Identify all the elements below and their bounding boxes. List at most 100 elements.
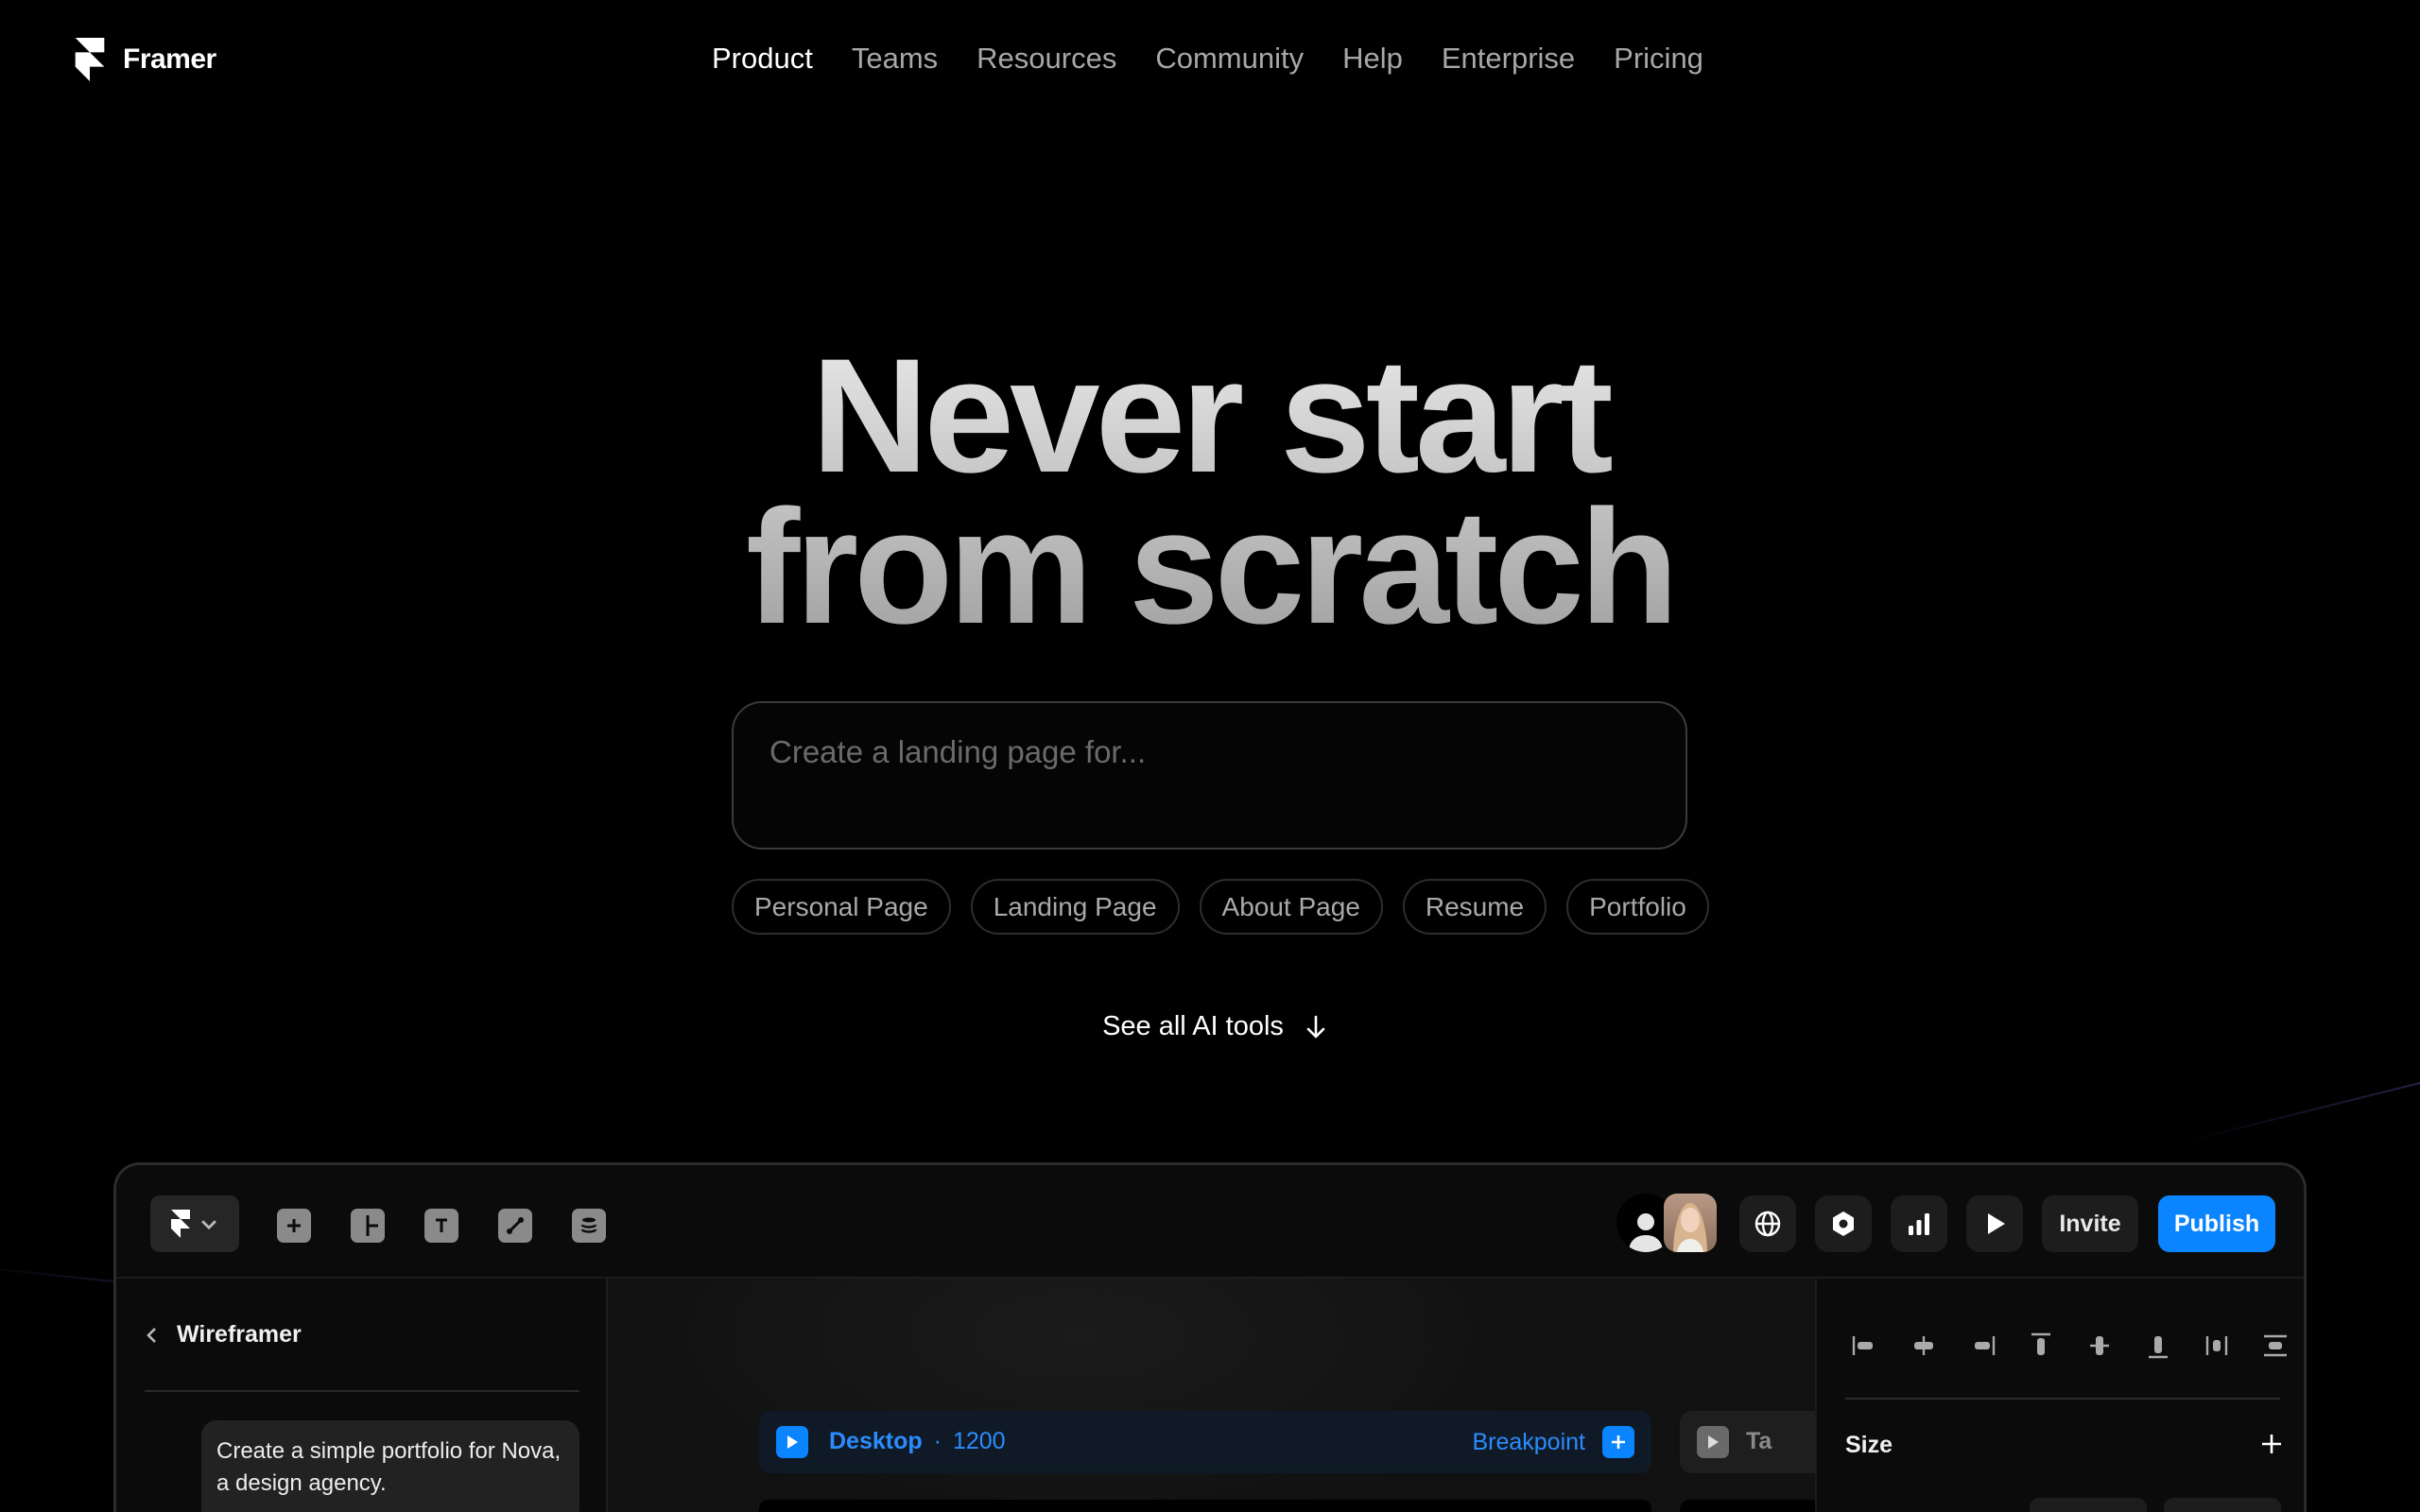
properties-panel: Size <box>1815 1279 2304 1512</box>
align-top-icon <box>2031 1332 2050 1355</box>
preview-breakpoint-button[interactable] <box>776 1426 808 1458</box>
breakpoint-name-tablet: Ta <box>1746 1428 1772 1454</box>
cms-icon <box>580 1217 597 1233</box>
divider <box>145 1390 579 1392</box>
align-left-button[interactable] <box>1845 1326 1885 1366</box>
distribute-vertical-icon <box>2264 1334 2287 1357</box>
insert-button[interactable] <box>277 1209 311 1243</box>
desktop-frame[interactable] <box>759 1500 1651 1512</box>
align-bottom-icon <box>2149 1336 2168 1359</box>
nav-link-community[interactable]: Community <box>1155 42 1304 76</box>
site-settings-button[interactable] <box>1739 1195 1796 1252</box>
alignment-controls <box>1845 1326 2295 1366</box>
user-icon <box>1629 1213 1663 1252</box>
align-bottom-button[interactable] <box>2138 1326 2178 1366</box>
layout-button[interactable] <box>351 1209 385 1243</box>
align-top-button[interactable] <box>2021 1326 2061 1366</box>
nav-link-product[interactable]: Product <box>712 42 813 76</box>
breakpoint-width: 1200 <box>952 1428 1006 1454</box>
align-center-horizontal-icon <box>1914 1336 1933 1355</box>
editor-toolbar: Invite Publish <box>116 1165 2304 1279</box>
preview-tablet-button[interactable] <box>1697 1426 1729 1458</box>
chip-resume[interactable]: Resume <box>1402 879 1547 935</box>
nav-link-help[interactable]: Help <box>1342 42 1403 76</box>
chip-personal-page[interactable]: Personal Page <box>732 879 951 935</box>
align-center-vertical-icon <box>2090 1336 2109 1355</box>
back-to-wireframer[interactable]: Wireframer <box>145 1321 302 1349</box>
vector-icon <box>507 1217 524 1234</box>
design-canvas[interactable]: Desktop · 1200 Breakpoint Ta <box>608 1279 1869 1512</box>
editor-preview-window: Invite Publish Wireframer Create a simpl… <box>113 1162 2307 1512</box>
arrow-down-icon <box>1306 1015 1325 1038</box>
framer-menu-button[interactable] <box>150 1195 239 1252</box>
chevron-left-icon <box>147 1327 156 1343</box>
play-icon <box>787 1435 798 1449</box>
hero-title-line-1: Never start <box>811 325 1609 507</box>
distribute-horizontal-button[interactable] <box>2197 1326 2237 1366</box>
avatar-photo <box>1664 1194 1717 1252</box>
layout-icon <box>366 1215 378 1236</box>
add-size-icon[interactable] <box>2259 1432 2284 1456</box>
brand-name: Framer <box>123 43 216 75</box>
plugins-button[interactable] <box>1815 1195 1872 1252</box>
chip-portfolio[interactable]: Portfolio <box>1566 879 1709 935</box>
nav-link-teams[interactable]: Teams <box>852 42 938 76</box>
distribute-vertical-button[interactable] <box>2256 1326 2295 1366</box>
align-right-icon <box>1975 1336 1996 1355</box>
brand-logo[interactable]: Framer <box>74 38 216 81</box>
preview-button[interactable] <box>1966 1195 2023 1252</box>
add-breakpoint-label[interactable]: Breakpoint <box>1472 1429 1585 1456</box>
align-left-icon <box>1852 1336 1873 1355</box>
chevron-down-icon <box>201 1220 216 1230</box>
preview-play-icon <box>1988 1213 2005 1234</box>
width-field[interactable] <box>2030 1498 2147 1512</box>
framer-logo-icon <box>75 38 105 81</box>
hero-title: Never start from scratch <box>0 340 2420 643</box>
globe-icon <box>1754 1211 1781 1237</box>
align-center-v-button[interactable] <box>2080 1326 2119 1366</box>
width-mode-select[interactable] <box>2164 1498 2281 1512</box>
nav-link-pricing[interactable]: Pricing <box>1614 42 1703 76</box>
breakpoint-name: Desktop <box>829 1428 923 1454</box>
ai-assistant-panel: Wireframer Create a simple portfolio for… <box>116 1279 608 1512</box>
nav-link-resources[interactable]: Resources <box>977 42 1116 76</box>
nav-links: Product Teams Resources Community Help E… <box>712 42 1742 76</box>
align-right-button[interactable] <box>1962 1326 2002 1366</box>
plus-icon <box>1612 1435 1625 1449</box>
add-icon <box>287 1219 301 1232</box>
prompt-suggestion-chips: Personal Page Landing Page About Page Re… <box>732 879 1709 935</box>
align-center-h-button[interactable] <box>1904 1326 1944 1366</box>
vector-tool-button[interactable] <box>498 1209 532 1243</box>
see-all-label: See all AI tools <box>1102 1011 1284 1041</box>
text-icon <box>436 1218 447 1232</box>
cms-button[interactable] <box>572 1209 606 1243</box>
text-tool-button[interactable] <box>424 1209 458 1243</box>
add-breakpoint-control: Breakpoint <box>1472 1426 1634 1458</box>
glow-line-right <box>2179 1050 2420 1144</box>
breakpoint-label: Desktop · 1200 <box>829 1428 1006 1455</box>
see-all-ai-tools-link[interactable]: See all AI tools <box>0 1011 2420 1042</box>
avatar-portrait-icon <box>1673 1203 1707 1252</box>
ai-prompt-input[interactable] <box>769 731 1639 773</box>
breakpoint-bar-desktop[interactable]: Desktop · 1200 Breakpoint <box>759 1411 1651 1473</box>
chip-landing-page[interactable]: Landing Page <box>970 879 1180 935</box>
invite-button[interactable]: Invite <box>2042 1195 2138 1252</box>
ai-prompt-box[interactable] <box>732 701 1687 850</box>
analytics-button[interactable] <box>1891 1195 1947 1252</box>
nav-link-enterprise[interactable]: Enterprise <box>1442 42 1575 76</box>
distribute-horizontal-icon <box>2205 1336 2228 1355</box>
settings-icon <box>1833 1211 1854 1236</box>
play-icon <box>1708 1435 1719 1449</box>
user-prompt-message: Create a simple portfolio for Nova, a de… <box>201 1420 579 1512</box>
analytics-icon <box>1909 1213 1929 1235</box>
add-breakpoint-button[interactable] <box>1602 1426 1634 1458</box>
divider <box>1845 1398 2280 1400</box>
publish-button[interactable]: Publish <box>2158 1195 2275 1252</box>
top-navigation: Framer Product Teams Resources Community… <box>0 0 2420 123</box>
collaborator-avatars[interactable] <box>1616 1194 1717 1252</box>
panel-title: Wireframer <box>177 1321 302 1348</box>
framer-logo-icon <box>171 1210 190 1238</box>
size-section-title: Size <box>1845 1432 1893 1458</box>
breakpoint-separator: · <box>933 1428 942 1454</box>
chip-about-page[interactable]: About Page <box>1199 879 1383 935</box>
